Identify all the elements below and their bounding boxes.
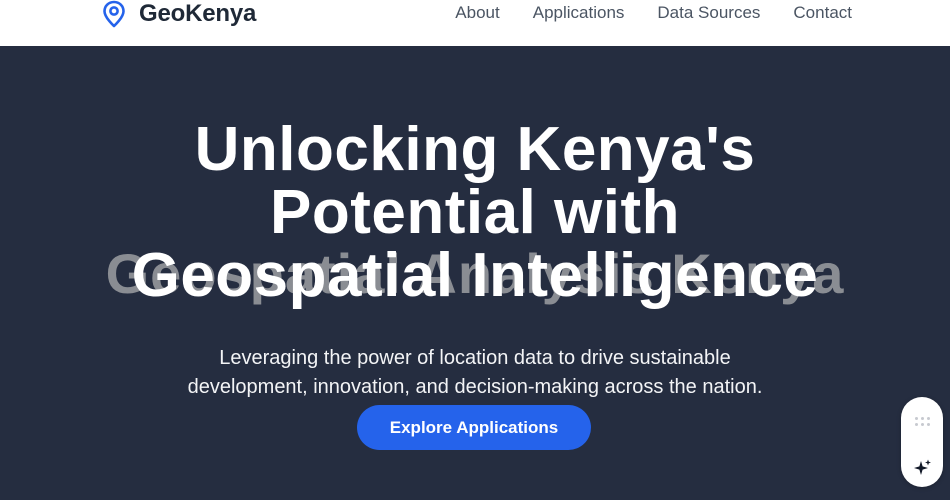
hero-title-line: Unlocking Kenya's xyxy=(194,115,756,184)
floating-widget xyxy=(901,397,943,487)
hero-subtitle: Leveraging the power of location data to… xyxy=(0,344,950,402)
hero-title: Unlocking Kenya's Potential with Geospat… xyxy=(0,118,950,307)
hero-section: Geospatial Analysis Kenya Unlocking Keny… xyxy=(0,46,950,500)
hero-subtitle-line: development, innovation, and decision-ma… xyxy=(187,376,763,398)
nav-link-data-sources[interactable]: Data Sources xyxy=(657,3,760,23)
nav-link-contact[interactable]: Contact xyxy=(793,3,852,23)
brand-name: GeoKenya xyxy=(139,0,257,27)
navbar: GeoKenya About Applications Data Sources… xyxy=(0,0,950,46)
nav-link-about[interactable]: About xyxy=(455,3,499,23)
explore-applications-button[interactable]: Explore Applications xyxy=(357,405,591,450)
map-pin-icon xyxy=(101,0,127,28)
brand-logo-link[interactable]: GeoKenya xyxy=(101,0,256,28)
drag-handle-icon[interactable] xyxy=(915,417,930,427)
sparkle-icon[interactable] xyxy=(912,458,932,483)
nav-links: About Applications Data Sources Contact xyxy=(455,0,852,26)
hero-title-line: Potential with xyxy=(270,178,680,247)
nav-link-applications[interactable]: Applications xyxy=(533,3,625,23)
hero-title-line: Geospatial Intelligence xyxy=(131,241,819,310)
hero-subtitle-line: Leveraging the power of location data to… xyxy=(219,347,731,369)
